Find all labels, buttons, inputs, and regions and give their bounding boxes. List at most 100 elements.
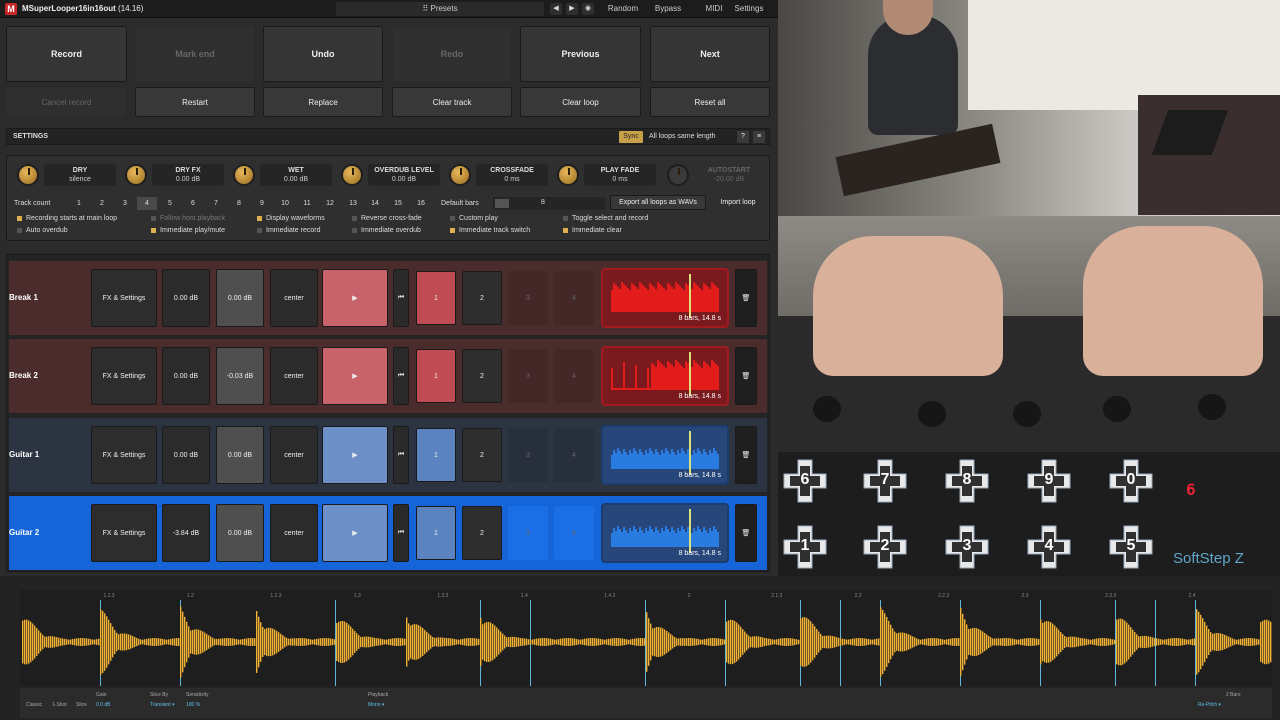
opt-immediate-track-switch[interactable]: Immediate track switch xyxy=(450,227,530,234)
gain-fader[interactable]: 0.00 dB xyxy=(162,426,210,484)
mode-classic[interactable]: Classic xyxy=(26,702,42,708)
opt-immediate-overdub[interactable]: Immediate overdub xyxy=(352,227,421,234)
loop-slot-4[interactable]: 4 xyxy=(554,271,594,325)
loop-slot-1[interactable]: 1 xyxy=(416,506,456,560)
dry-knob[interactable] xyxy=(17,164,39,186)
rewind-icon[interactable]: ⏮ xyxy=(393,504,409,562)
loop-slot-4[interactable]: 4 xyxy=(554,506,594,560)
mode-one-shot[interactable]: 1-Shot xyxy=(52,702,67,708)
opt-auto-overdub[interactable]: Auto overdub xyxy=(17,227,68,234)
rewind-icon[interactable]: ⏮ xyxy=(393,426,409,484)
gain-fader[interactable]: 0.00 dB xyxy=(162,347,210,405)
clear-track-button[interactable]: Clear track xyxy=(392,87,512,117)
track-count-13[interactable]: 13 xyxy=(343,197,363,210)
track-row[interactable]: Break 1 FX & Settings 0.00 dB 0.00 dB center… xyxy=(9,261,767,335)
prev-preset-icon[interactable]: ◀ xyxy=(550,3,562,15)
default-bars-slider[interactable]: 8 xyxy=(493,197,605,210)
loop-slot-3[interactable]: 3 xyxy=(508,506,548,560)
track-row[interactable]: Guitar 1 FX & Settings 0.00 dB 0.00 dB cente… xyxy=(9,418,767,492)
opt-recording-starts-main[interactable]: Recording starts at main loop xyxy=(17,215,117,222)
track-count-9[interactable]: 9 xyxy=(252,197,272,210)
track-count-14[interactable]: 14 xyxy=(365,197,385,210)
track-count-7[interactable]: 7 xyxy=(206,197,226,210)
mode-slice[interactable]: Slice xyxy=(76,702,87,708)
track-count-5[interactable]: 5 xyxy=(160,197,180,210)
pan-control[interactable]: center xyxy=(270,426,318,484)
slice-waveform[interactable]: 1.1.3 1.2 1.2.3 1.3 1.3.3 1.4 1.4.3 2 2.1.3 2.2 2.… xyxy=(20,590,1272,686)
track-row[interactable]: Break 2 FX & Settings 0.00 dB -0.03 dB cente… xyxy=(9,339,767,413)
redo-button[interactable]: Redo xyxy=(392,26,512,82)
fx-settings-button[interactable]: FX & Settings xyxy=(91,504,157,562)
fx-settings-button[interactable]: FX & Settings xyxy=(91,347,157,405)
wet-knob[interactable] xyxy=(233,164,255,186)
overdub-level-knob[interactable] xyxy=(341,164,363,186)
loop-slot-3[interactable]: 3 xyxy=(508,271,548,325)
next-button[interactable]: Next xyxy=(650,26,770,82)
volume-fader[interactable]: 0.00 dB xyxy=(216,426,264,484)
opt-reverse-crossfade[interactable]: Reverse cross-fade xyxy=(352,215,422,222)
pan-control[interactable]: center xyxy=(270,504,318,562)
track-count-2[interactable]: 2 xyxy=(92,197,112,210)
opt-follow-host[interactable]: Follow host playback xyxy=(151,215,225,222)
fx-settings-button[interactable]: FX & Settings xyxy=(91,426,157,484)
delete-track-icon[interactable]: 🗑 xyxy=(735,426,757,484)
loop-slot-2[interactable]: 2 xyxy=(462,271,502,325)
loop-slot-1[interactable]: 1 xyxy=(416,349,456,403)
record-button[interactable]: Record xyxy=(6,26,127,82)
delete-track-icon[interactable]: 🗑 xyxy=(735,504,757,562)
dry-fx-knob[interactable] xyxy=(125,164,147,186)
opt-immediate-play-mute[interactable]: Immediate play/mute xyxy=(151,227,225,234)
play-button[interactable]: ▶ xyxy=(322,504,388,562)
replace-button[interactable]: Replace xyxy=(263,87,383,117)
track-count-10[interactable]: 10 xyxy=(275,197,295,210)
loop-slot-3[interactable]: 3 xyxy=(508,349,548,403)
control-value[interactable]: 100 % xyxy=(186,702,200,708)
loop-waveform[interactable]: 8 bars, 14.8 s xyxy=(601,503,729,563)
opt-toggle-select-record[interactable]: Toggle select and record xyxy=(563,215,648,222)
loop-waveform[interactable]: 8 bars, 14.8 s xyxy=(601,268,729,328)
clear-loop-button[interactable]: Clear loop xyxy=(520,87,641,117)
track-count-11[interactable]: 11 xyxy=(297,197,317,210)
play-button[interactable]: ▶ xyxy=(322,347,388,405)
delete-track-icon[interactable]: 🗑 xyxy=(735,269,757,327)
play-button[interactable]: ▶ xyxy=(322,269,388,327)
loop-slot-1[interactable]: 1 xyxy=(416,428,456,482)
repitch-selector[interactable]: Re-Pitch ▾ xyxy=(1198,702,1221,708)
volume-fader[interactable]: 0.00 dB xyxy=(216,504,264,562)
pan-control[interactable]: center xyxy=(270,269,318,327)
gain-fader[interactable]: 0.00 dB xyxy=(162,269,210,327)
undo-button[interactable]: Undo xyxy=(263,26,383,82)
bypass-button[interactable]: Bypass xyxy=(650,3,686,15)
all-loops-same-length-toggle[interactable]: All loops same length xyxy=(649,133,716,140)
loop-slot-2[interactable]: 2 xyxy=(462,506,502,560)
rewind-icon[interactable]: ⏮ xyxy=(393,347,409,405)
random-button[interactable]: Random xyxy=(604,3,642,15)
restart-button[interactable]: Restart xyxy=(135,87,255,117)
sync-button[interactable]: Sync xyxy=(619,131,643,143)
mark-end-button[interactable]: Mark end xyxy=(135,26,255,82)
loop-slot-4[interactable]: 4 xyxy=(554,428,594,482)
export-wavs-button[interactable]: Export all loops as WAVs xyxy=(610,195,706,210)
cancel-record-button[interactable]: Cancel record xyxy=(6,87,127,117)
play-fade-knob[interactable] xyxy=(557,164,579,186)
next-preset-icon[interactable]: ▶ xyxy=(566,3,578,15)
control-value[interactable]: 0.0 dB xyxy=(96,702,110,708)
track-count-12[interactable]: 12 xyxy=(320,197,340,210)
play-button[interactable]: ▶ xyxy=(322,426,388,484)
delete-track-icon[interactable]: 🗑 xyxy=(735,347,757,405)
opt-custom-play[interactable]: Custom play xyxy=(450,215,498,222)
previous-button[interactable]: Previous xyxy=(520,26,641,82)
import-loop-button[interactable]: Import loop xyxy=(711,195,765,210)
reset-all-button[interactable]: Reset all xyxy=(650,87,770,117)
loop-slot-3[interactable]: 3 xyxy=(508,428,548,482)
track-count-6[interactable]: 6 xyxy=(183,197,203,210)
opt-immediate-clear[interactable]: Immediate clear xyxy=(563,227,622,234)
menu-icon[interactable]: ≡ xyxy=(753,131,765,143)
volume-fader[interactable]: 0.00 dB xyxy=(216,269,264,327)
loop-waveform[interactable]: 8 bars, 14.8 s xyxy=(601,425,729,485)
settings-button[interactable]: Settings xyxy=(731,3,767,15)
track-count-3[interactable]: 3 xyxy=(115,197,135,210)
track-count-8[interactable]: 8 xyxy=(229,197,249,210)
track-count-15[interactable]: 15 xyxy=(388,197,408,210)
autostart-knob[interactable] xyxy=(667,164,689,186)
